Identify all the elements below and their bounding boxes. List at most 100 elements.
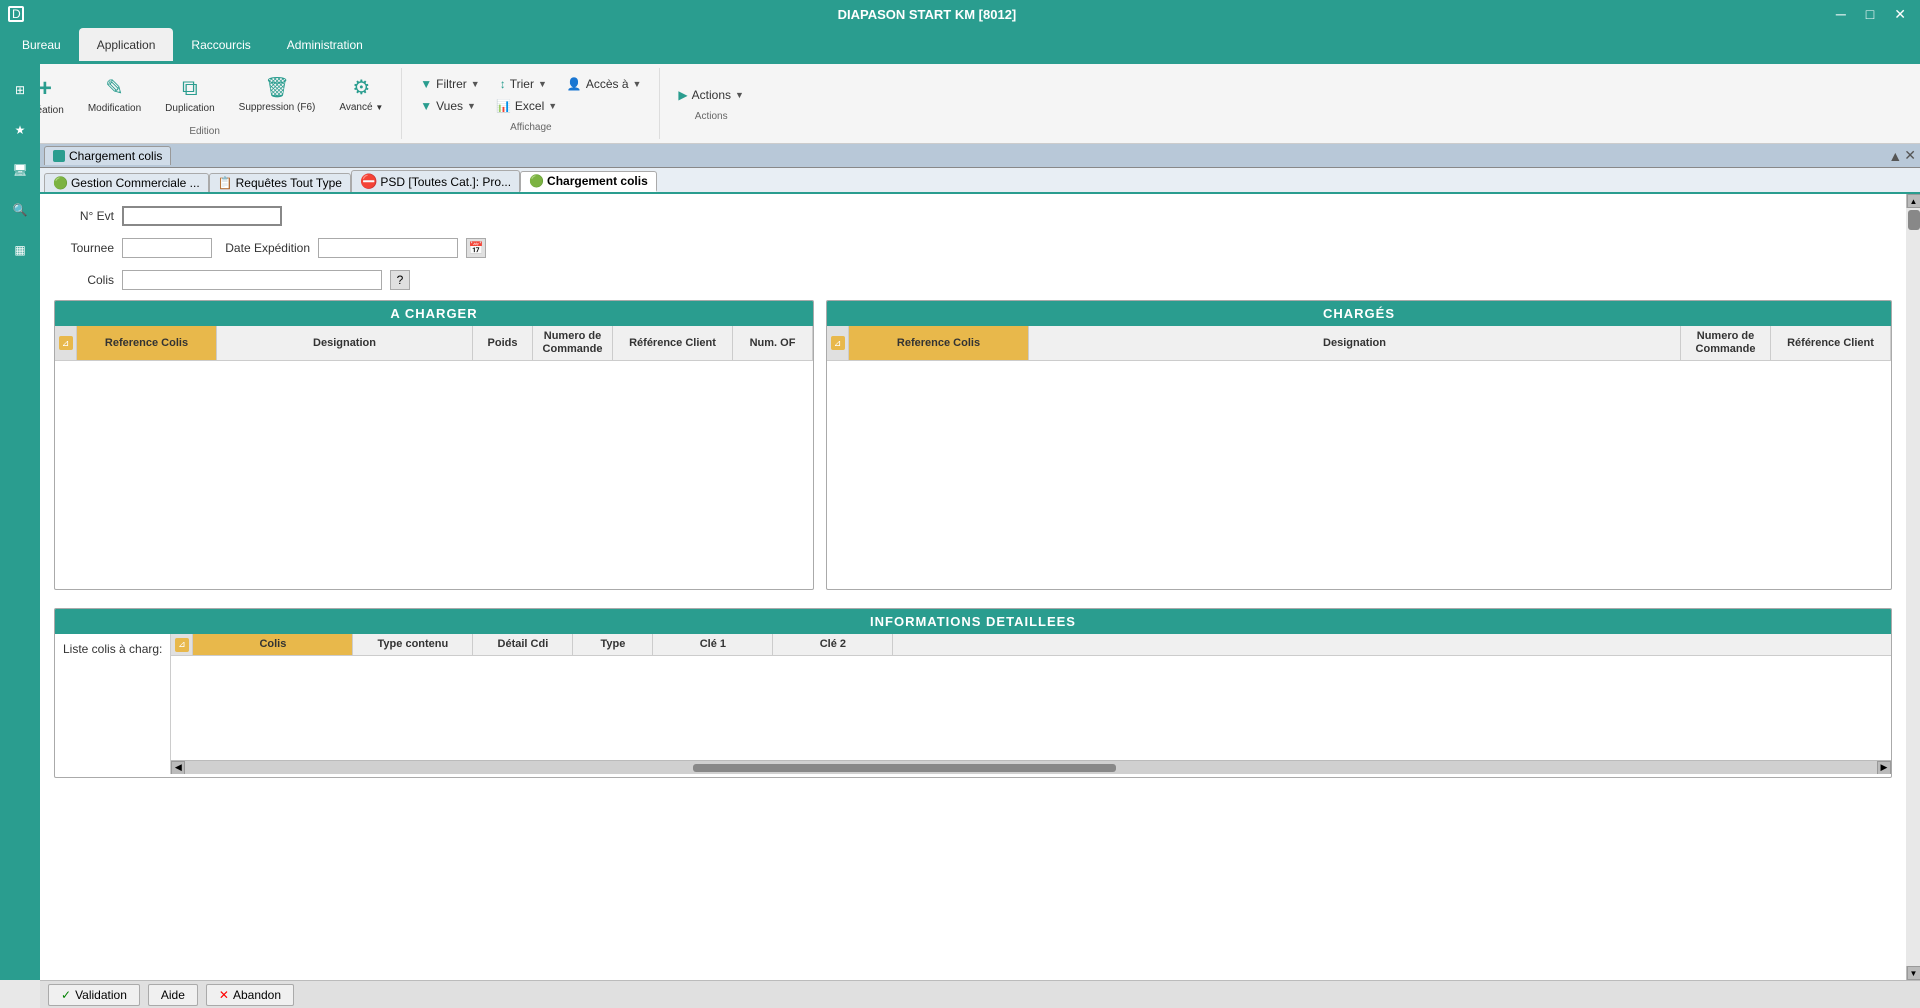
- date-help-button[interactable]: 📅: [466, 238, 486, 258]
- sidebar-dashboard-button[interactable]: ▦: [2, 232, 38, 268]
- actions-button[interactable]: ▶ Actions ▼: [670, 85, 752, 105]
- validation-icon: ✓: [61, 988, 71, 1002]
- detail-header-row: ⊿ Colis Type contenu Détail Cdi Type Clé…: [171, 634, 1891, 656]
- detail-title: INFORMATIONS DETAILLEES: [55, 609, 1891, 634]
- aide-button[interactable]: Aide: [148, 984, 198, 1006]
- tab-chargement-label: Chargement colis: [547, 174, 648, 188]
- menu-raccourcis[interactable]: Raccourcis: [173, 28, 268, 64]
- maximize-button[interactable]: □: [1860, 4, 1880, 25]
- vues-icon: ▼: [420, 99, 432, 113]
- nevt-row: N° Evt: [54, 204, 1892, 228]
- suppression-icon: 🗑: [264, 75, 289, 100]
- filtrer-label: Filtrer: [436, 77, 467, 91]
- abandon-icon: ✕: [219, 988, 229, 1002]
- suppression-button[interactable]: 🗑 Suppression (F6): [231, 71, 324, 120]
- sidebar-home-button[interactable]: ⊞: [2, 72, 38, 108]
- suppression-label: Suppression (F6): [239, 102, 316, 113]
- inner-tab-strip: 🟢 Gestion Commerciale ... 📋 Requêtes Tou…: [40, 168, 1920, 194]
- detail-marker-icon: ⊿: [175, 638, 189, 652]
- aide-label: Aide: [161, 988, 185, 1002]
- tab-gestion-label: Gestion Commerciale ...: [71, 176, 200, 190]
- filter-icon: ▼: [420, 77, 432, 91]
- avance-button[interactable]: ⚙ Avancé ▼: [331, 71, 391, 120]
- hscroll-thumb: [693, 764, 1116, 772]
- tab-psd-label: PSD [Toutes Cat.]: Pro...: [380, 175, 511, 189]
- charges-grid: ⊿ Reference Colis Designation Numero de …: [827, 326, 1891, 584]
- tournee-label: Tournee: [54, 241, 114, 255]
- th-num-of: Num. OF: [733, 326, 813, 360]
- star-icon: ★: [15, 123, 26, 137]
- monitor-icon: 🖥: [12, 163, 27, 177]
- th-poids: Poids: [473, 326, 533, 360]
- page-inner: N° Evt Tournee Date Expédition 📅 Colis: [40, 194, 1906, 980]
- excel-button[interactable]: 📊 Excel ▼: [488, 96, 565, 116]
- marker-icon: ⊿: [59, 336, 73, 350]
- date-expedition-input[interactable]: [318, 238, 458, 258]
- filtrer-button[interactable]: ▼ Filtrer ▼: [412, 74, 487, 94]
- tab-gestion-icon: 🟢: [53, 176, 68, 190]
- avance-label: Avancé ▼: [339, 102, 383, 113]
- title-bar-controls: ─ □ ✕: [1830, 4, 1912, 25]
- menu-administration[interactable]: Administration: [269, 28, 381, 64]
- a-charger-body: [55, 361, 813, 584]
- tab-requetes[interactable]: 📋 Requêtes Tout Type: [209, 173, 351, 192]
- sidebar-search-button[interactable]: 🔍: [2, 192, 38, 228]
- panels-row: A CHARGER ⊿ Reference Colis Designation …: [54, 300, 1892, 600]
- menu-application[interactable]: Application: [79, 28, 174, 64]
- hscroll-left-arrow[interactable]: ◀: [171, 761, 185, 775]
- trier-button[interactable]: ↕ Trier ▼: [492, 74, 555, 94]
- tab-psd-icon: ⛔: [360, 173, 377, 190]
- acces-a-button[interactable]: 👤 Accès à ▼: [559, 74, 650, 94]
- abandon-button[interactable]: ✕ Abandon: [206, 984, 294, 1006]
- sidebar-monitor-button[interactable]: 🖥: [2, 152, 38, 188]
- acces-label: Accès à: [586, 77, 629, 91]
- sidebar-star-button[interactable]: ★: [2, 112, 38, 148]
- menu-bureau[interactable]: Bureau: [4, 28, 79, 64]
- validation-label: Validation: [75, 988, 127, 1002]
- toolbar-group-actions: ▶ Actions ▼ Actions: [660, 68, 762, 139]
- nevt-input[interactable]: [122, 206, 282, 226]
- hscroll-right-arrow[interactable]: ▶: [1877, 761, 1891, 775]
- vscroll[interactable]: ▲ ▼: [1906, 194, 1920, 980]
- vscroll-track[interactable]: [1906, 208, 1920, 966]
- a-charger-header: ⊿ Reference Colis Designation Poids Nume…: [55, 326, 813, 361]
- window-expand-button[interactable]: ▲: [1888, 147, 1902, 164]
- validation-button[interactable]: ✓ Validation: [48, 984, 140, 1006]
- ch-designation: Designation: [1029, 326, 1681, 360]
- detail-body: [171, 656, 1891, 760]
- tab-gestion[interactable]: 🟢 Gestion Commerciale ...: [44, 173, 209, 192]
- tab-psd[interactable]: ⛔ PSD [Toutes Cat.]: Pro...: [351, 170, 520, 192]
- detail-table: ⊿ Colis Type contenu Détail Cdi Type Clé…: [170, 634, 1891, 774]
- actions-arrow: ▼: [735, 90, 744, 100]
- main-content: Chargement colis ▲ ✕ 🟢 Gestion Commercia…: [40, 144, 1920, 1008]
- modification-button[interactable]: ✎ Modification: [80, 71, 149, 120]
- title-bar: D DIAPASON START KM [8012] ─ □ ✕: [0, 0, 1920, 28]
- date-expedition-label: Date Expédition: [220, 241, 310, 255]
- a-charger-title: A CHARGER: [55, 301, 813, 326]
- ch-ref-colis: Reference Colis: [849, 326, 1029, 360]
- vues-label: Vues: [436, 99, 463, 113]
- vscroll-up-arrow[interactable]: ▲: [1907, 194, 1920, 208]
- det-type: Type: [573, 634, 653, 655]
- question-icon: ?: [397, 273, 404, 287]
- duplication-icon: ⧉: [182, 75, 198, 101]
- hscroll-bar[interactable]: ◀ ▶: [171, 760, 1891, 774]
- vues-button[interactable]: ▼ Vues ▼: [412, 96, 484, 116]
- tournee-row: Tournee Date Expédition 📅: [54, 236, 1892, 260]
- close-button[interactable]: ✕: [1888, 4, 1912, 25]
- avance-icon: ⚙: [352, 75, 370, 100]
- minimize-button[interactable]: ─: [1830, 4, 1852, 25]
- menu-bar: Bureau Application Raccourcis Administra…: [0, 28, 1920, 64]
- colis-help-button[interactable]: ?: [390, 270, 410, 290]
- duplication-button[interactable]: ⧉ Duplication: [157, 71, 222, 120]
- window-close-button[interactable]: ✕: [1904, 147, 1916, 164]
- toolbar-group-affichage: ▼ Filtrer ▼ ↕ Trier ▼ 👤 Accès à ▼: [402, 68, 660, 139]
- hscroll-track[interactable]: [185, 764, 1877, 772]
- tournee-input[interactable]: [122, 238, 212, 258]
- sidebar: ⊞ ★ 🖥 🔍 ▦: [0, 64, 40, 980]
- colis-input[interactable]: [122, 270, 382, 290]
- vscroll-thumb: [1908, 210, 1920, 230]
- tab-chargement[interactable]: 🟢 Chargement colis: [520, 171, 657, 192]
- window-tab[interactable]: Chargement colis: [44, 146, 171, 165]
- vscroll-down-arrow[interactable]: ▼: [1907, 966, 1920, 980]
